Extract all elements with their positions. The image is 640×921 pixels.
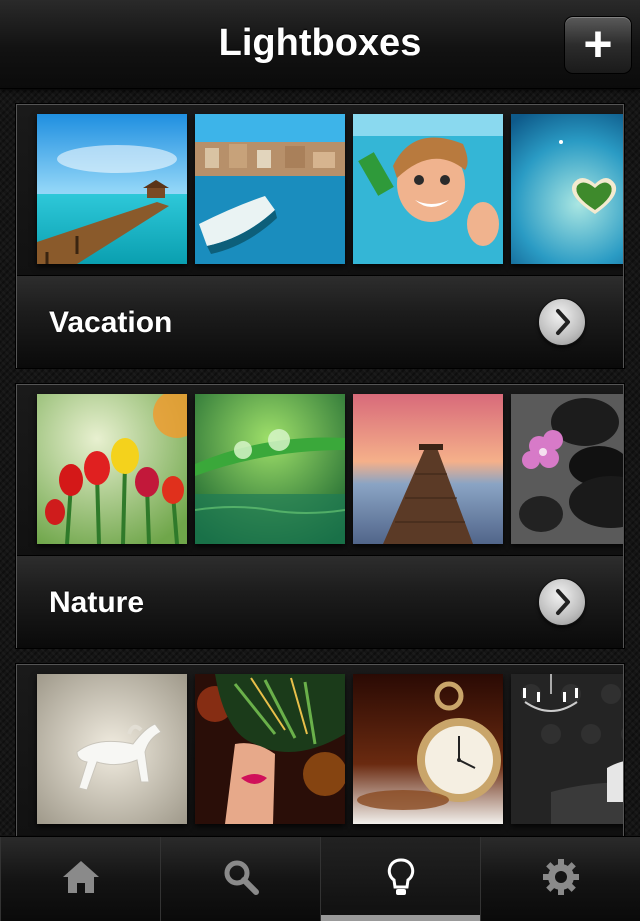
tropical-pier-photo[interactable] xyxy=(37,114,187,264)
feather-portrait-photo[interactable] xyxy=(195,674,345,824)
lightbox-third[interactable] xyxy=(16,664,624,836)
thumbnail-strip xyxy=(17,665,623,835)
home-icon xyxy=(61,859,101,900)
lightbox-name: Vacation xyxy=(49,306,173,339)
search-icon xyxy=(222,858,260,901)
navigation-bar: Lightboxes + xyxy=(0,0,640,89)
tab-bar xyxy=(0,836,640,921)
add-lightbox-button[interactable]: + xyxy=(564,16,632,74)
zen-stones-orchid-photo[interactable] xyxy=(511,394,623,544)
thumbnail-strip xyxy=(17,105,623,275)
water-drop-leaf-photo[interactable] xyxy=(195,394,345,544)
chandelier-room-photo[interactable] xyxy=(511,674,623,824)
active-tab-indicator xyxy=(321,915,480,921)
gear-icon xyxy=(541,857,581,902)
lightbox-title-bar[interactable]: Nature xyxy=(17,555,623,648)
tulips-photo[interactable] xyxy=(37,394,187,544)
tab-lightboxes[interactable] xyxy=(320,837,481,921)
sunset-pier-photo[interactable] xyxy=(353,394,503,544)
page-title: Lightboxes xyxy=(218,22,422,64)
tab-search[interactable] xyxy=(160,837,321,921)
swimming-child-photo[interactable] xyxy=(353,114,503,264)
harbor-boat-photo[interactable] xyxy=(195,114,345,264)
chevron-right-icon[interactable] xyxy=(538,578,586,626)
lightbox-vacation[interactable]: Vacation xyxy=(16,104,624,368)
tab-home[interactable] xyxy=(0,837,161,921)
lightbox-name: Nature xyxy=(49,586,145,619)
lightbulb-icon xyxy=(386,857,416,902)
heart-island-photo[interactable] xyxy=(511,114,623,264)
thumbnail-strip xyxy=(17,385,623,555)
lightbox-title-bar[interactable]: Vacation xyxy=(17,275,623,368)
chevron-right-icon[interactable] xyxy=(538,298,586,346)
pocket-watch-photo[interactable] xyxy=(353,674,503,824)
white-horse-photo[interactable] xyxy=(37,674,187,824)
tab-settings[interactable] xyxy=(480,837,640,921)
lightbox-list[interactable]: Vacation Nature xyxy=(0,88,640,836)
lightbox-nature[interactable]: Nature xyxy=(16,384,624,648)
